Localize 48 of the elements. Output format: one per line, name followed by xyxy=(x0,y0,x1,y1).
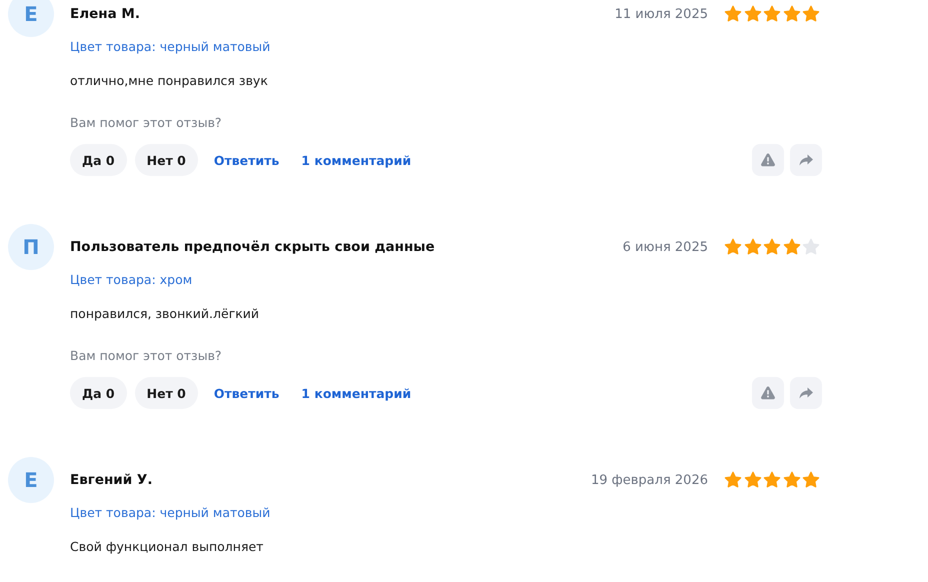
review-text: отлично,мне понравился звук xyxy=(70,72,269,90)
helpful-question: Вам помог этот отзыв? xyxy=(70,347,223,365)
star-icon xyxy=(782,5,800,23)
star-icon xyxy=(802,471,820,489)
star-icon xyxy=(802,5,820,23)
share-arrow-icon xyxy=(798,152,814,168)
author-name: Елена М. xyxy=(70,6,141,22)
review-text: понравился, звонкий.лёгкий xyxy=(70,305,260,323)
warning-icon xyxy=(760,385,776,401)
star-icon xyxy=(724,471,742,489)
avatar: Е xyxy=(8,457,54,503)
share-button[interactable] xyxy=(790,377,822,409)
report-button[interactable] xyxy=(752,144,784,176)
product-color-link[interactable]: Цвет товара: хром xyxy=(70,270,192,290)
star-icon xyxy=(763,5,781,23)
reply-link[interactable]: Ответить xyxy=(214,152,280,168)
helpful-question: Вам помог этот отзыв? xyxy=(70,114,223,132)
product-color-link[interactable]: Цвет товара: черный матовый xyxy=(70,37,270,57)
review-date: 6 июня 2025 xyxy=(622,240,708,254)
star-icon xyxy=(744,238,762,256)
star-icon xyxy=(802,238,820,256)
share-arrow-icon xyxy=(798,385,814,401)
comments-link[interactable]: 1 комментарий xyxy=(301,152,412,168)
star-icon xyxy=(763,238,781,256)
star-icon xyxy=(744,471,762,489)
author-name: Пользователь предпочёл скрыть свои данные xyxy=(70,239,436,255)
star-icon xyxy=(724,5,742,23)
yes-button[interactable]: Да 0 xyxy=(70,377,127,409)
comments-link[interactable]: 1 комментарий xyxy=(301,386,412,400)
no-button[interactable]: Нет 0 xyxy=(134,144,198,176)
review-date: 11 июля 2025 xyxy=(614,6,708,22)
reply-link[interactable]: Ответить xyxy=(214,386,280,400)
review-text: Свой функционал выполняет xyxy=(70,538,264,556)
author-name: Евгений У. xyxy=(70,472,154,488)
star-icon xyxy=(744,5,762,23)
star-icon xyxy=(724,238,742,256)
share-button[interactable] xyxy=(790,144,822,176)
no-button[interactable]: Нет 0 xyxy=(134,377,198,409)
report-button[interactable] xyxy=(752,377,784,409)
review-date: 19 февраля 2026 xyxy=(590,472,708,488)
star-icon xyxy=(782,238,800,256)
yes-button[interactable]: Да 0 xyxy=(70,144,127,176)
star-icon xyxy=(782,471,800,489)
star-icon xyxy=(763,471,781,489)
avatar: П xyxy=(8,224,54,270)
warning-icon xyxy=(760,152,776,168)
product-color-link[interactable]: Цвет товара: черный матовый xyxy=(70,503,270,523)
avatar: Е xyxy=(8,0,54,37)
